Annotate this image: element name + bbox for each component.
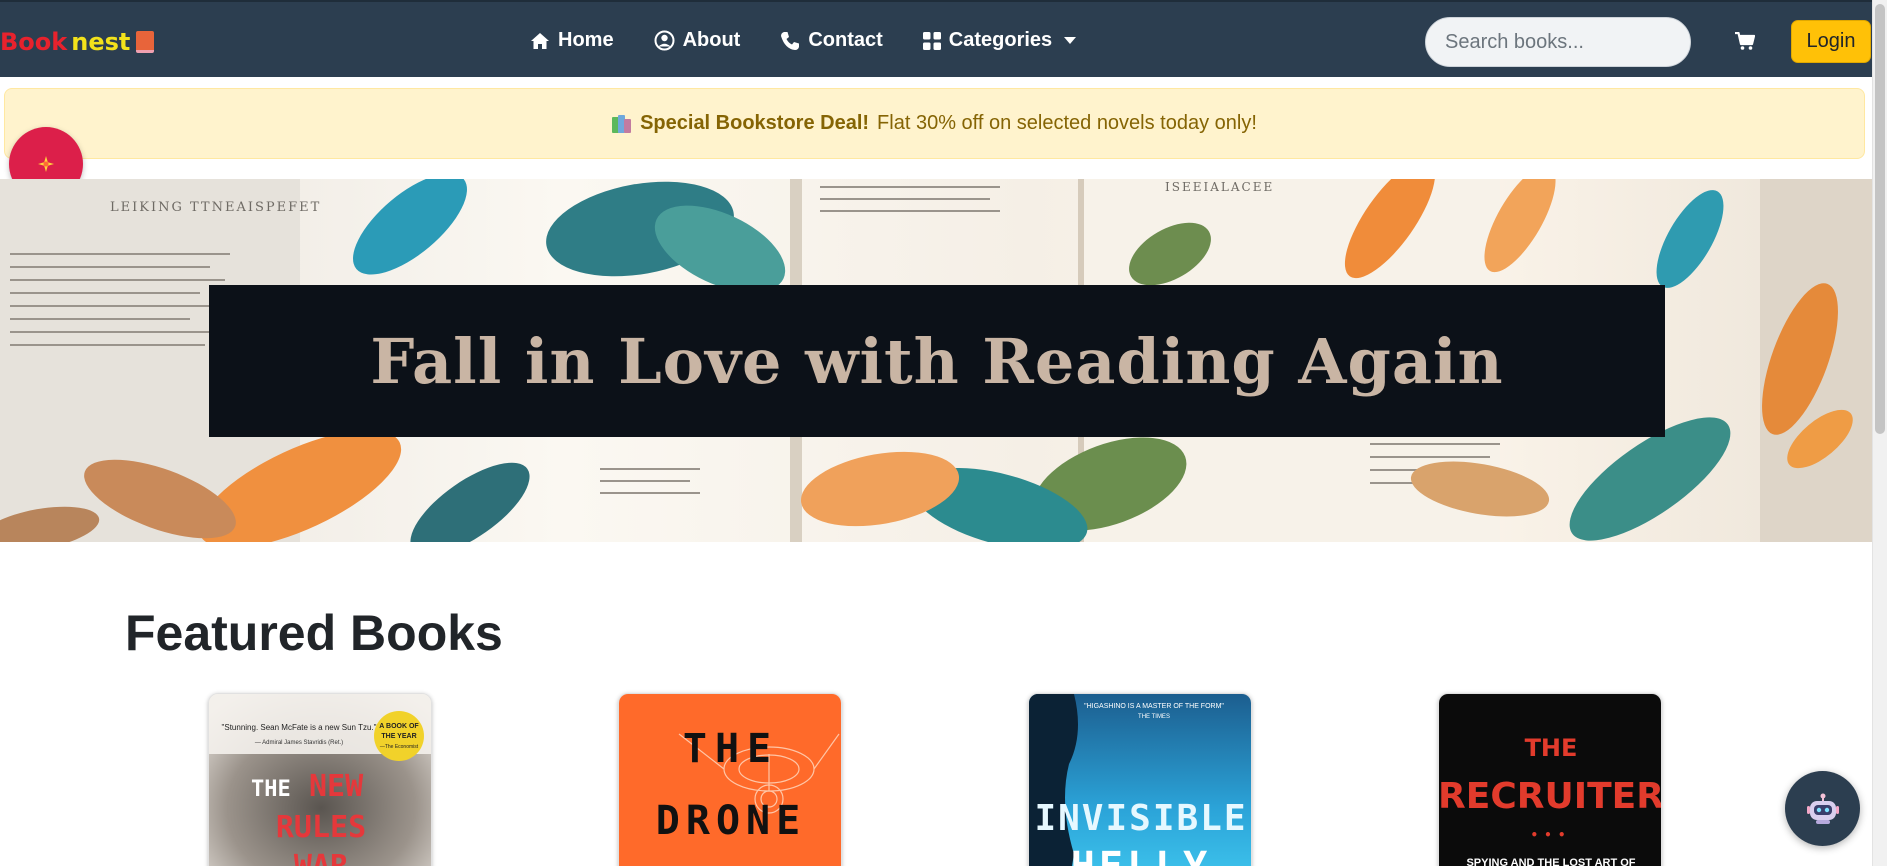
book-badge-line2: THE YEAR <box>381 733 416 740</box>
book-card[interactable]: "HIGASHINO IS A MASTER OF THE FORM" THE … <box>1028 693 1252 866</box>
nav-categories-dropdown[interactable]: Categories <box>922 29 1077 52</box>
home-icon <box>531 32 549 49</box>
book-cover-quote: "HIGASHINO IS A MASTER OF THE FORM" <box>1084 703 1224 710</box>
book-badge-line3: —The Economist <box>380 744 419 750</box>
book-title-line1: INVISIBLE <box>1034 798 1247 839</box>
nav-about[interactable]: About <box>654 29 741 52</box>
cart-button[interactable] <box>1735 31 1756 55</box>
book-card[interactable]: THE RECRUITER ••• SPYING AND THE LOST AR… <box>1438 693 1662 866</box>
navbar: Book nest Home About Contact Categories … <box>0 0 1887 77</box>
chevron-down-icon <box>1064 37 1077 44</box>
nav-home-label: Home <box>558 29 614 51</box>
book-subtitle: SPYING AND THE LOST ART OF <box>1466 857 1635 866</box>
phone-icon <box>781 31 800 50</box>
book-title-line1: NEW <box>309 769 364 804</box>
book-cover-quote-source: THE TIMES <box>1138 714 1170 720</box>
search-input[interactable] <box>1425 17 1691 67</box>
book-cover-quote: "Stunning. Sean McFate is a new Sun Tzu.… <box>222 723 377 732</box>
book-title-dots: ••• <box>1530 828 1571 842</box>
nav-links: Home About Contact Categories <box>530 2 1077 79</box>
promo-alert: Special Bookstore Deal! Flat 30% off on … <box>4 88 1865 159</box>
book-cover-image: "HIGASHINO IS A MASTER OF THE FORM" THE … <box>1029 694 1251 866</box>
nav-contact-label: Contact <box>808 29 883 51</box>
hero-title-box: Fall in Love with Reading Again <box>209 285 1665 437</box>
chatbot-button[interactable] <box>1785 771 1860 846</box>
grid-icon <box>922 31 941 50</box>
hero-title: Fall in Love with Reading Again <box>370 324 1504 398</box>
brand-logo[interactable]: Book nest <box>0 28 155 56</box>
nav-contact[interactable]: Contact <box>780 29 883 52</box>
nav-about-label: About <box>682 29 741 51</box>
cart-icon <box>1735 31 1756 50</box>
scrollbar-thumb[interactable] <box>1875 4 1885 434</box>
featured-books-heading: Featured Books <box>125 605 503 661</box>
book-card[interactable]: THE DRONE <box>618 693 842 866</box>
book-title-line2: DRONE <box>656 798 806 844</box>
books-icon <box>612 114 632 133</box>
book-title-line2: RULES <box>276 810 366 845</box>
nav-categories-label: Categories <box>948 29 1053 51</box>
user-circle-icon <box>654 30 675 51</box>
book-title-the: THE <box>251 777 291 802</box>
sparkle-icon <box>38 156 54 172</box>
book-title-line2: RECRUITER <box>1439 776 1662 817</box>
login-button[interactable]: Login <box>1791 20 1871 63</box>
book-badge-line1: A BOOK OF <box>379 723 419 730</box>
brand-part-nest: nest <box>71 28 131 56</box>
page: Book nest Home About Contact Categories … <box>0 0 1887 866</box>
nav-home[interactable]: Home <box>530 29 614 52</box>
book-cover-image: THE DRONE <box>619 694 841 866</box>
hero-banner: LEIKING TTNEAISPEFET ISEEIALACEE Fall in… <box>0 179 1872 542</box>
book-cover-image: "Stunning. Sean McFate is a new Sun Tzu.… <box>209 694 431 866</box>
brand-part-book: Book <box>0 28 68 56</box>
book-title-line2: HELLY <box>1071 844 1211 866</box>
book-title-line1: THE <box>1525 734 1578 762</box>
book-cover-image: THE RECRUITER ••• SPYING AND THE LOST AR… <box>1439 694 1662 866</box>
book-title-line3: WAR <box>294 849 349 866</box>
book-title-line1: THE <box>683 726 779 772</box>
book-card[interactable]: "Stunning. Sean McFate is a new Sun Tzu.… <box>208 693 432 866</box>
svg-text:LEIKING TTNEAISPEFET: LEIKING TTNEAISPEFET <box>110 200 321 215</box>
page-scrollbar[interactable] <box>1872 0 1887 866</box>
book-icon <box>136 31 155 53</box>
book-cover-quote-author: — Admiral James Stavridis (Ret.) <box>255 740 343 746</box>
robot-icon <box>1806 793 1839 824</box>
promo-alert-title: Special Bookstore Deal! <box>640 112 870 134</box>
svg-text:ISEEIALACEE: ISEEIALACEE <box>1165 180 1274 194</box>
promo-alert-text: Flat 30% off on selected novels today on… <box>877 112 1257 134</box>
